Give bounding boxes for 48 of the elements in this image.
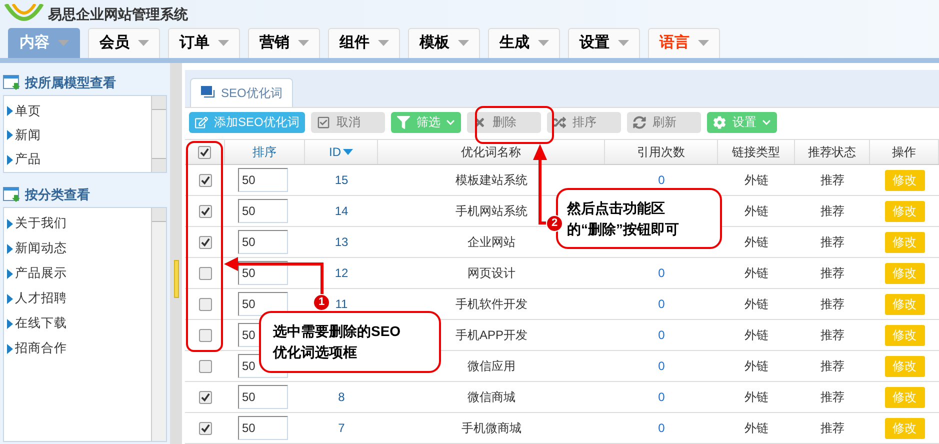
status-cell-text: 推荐 <box>820 420 844 437</box>
keyword-cell-text: 企业网站 <box>468 234 516 251</box>
sidebar-heading: 按所属模型查看 <box>25 74 116 92</box>
count-cell-text: 0 <box>658 389 665 406</box>
link-type-cell-text: 外链 <box>744 234 768 251</box>
status-cell-text: 推荐 <box>820 389 844 406</box>
link-type-cell-text: 外链 <box>744 296 768 313</box>
link-type-cell-text: 外链 <box>744 172 768 189</box>
link-type-cell-text: 外链 <box>744 203 768 220</box>
keyword-cell-text: 模板建站系统 <box>456 172 528 189</box>
app-title: 易思企业网站管理系统 <box>48 4 188 24</box>
id-cell-text: 13 <box>334 234 348 251</box>
id-cell-text: 8 <box>338 389 345 406</box>
keyword-cell-text: 手机软件开发 <box>456 296 528 313</box>
count-cell-text: 0 <box>658 296 665 313</box>
id-cell-text: 14 <box>334 203 348 220</box>
status-cell-text: 推荐 <box>820 172 844 189</box>
status-cell-text: 推荐 <box>820 203 844 220</box>
id-cell-text: 12 <box>334 265 348 282</box>
count-cell-text: 0 <box>658 327 665 344</box>
keyword-cell-text: 手机微商城 <box>462 420 522 437</box>
keyword-cell-text: 手机网站系统 <box>456 203 528 220</box>
count-cell-text: 0 <box>658 265 665 282</box>
status-cell-text: 推荐 <box>820 327 844 344</box>
status-cell-text: 推荐 <box>820 358 844 375</box>
link-type-cell-text: 外链 <box>744 327 768 344</box>
status-cell-text: 推荐 <box>820 296 844 313</box>
id-cell-text: 7 <box>338 420 345 437</box>
link-type-cell-text: 外链 <box>744 389 768 406</box>
step-badge: 2 <box>546 215 563 232</box>
link-type-cell-text: 外链 <box>744 420 768 437</box>
id-cell-text: 15 <box>334 172 348 189</box>
callout-text: 然后点击功能区的“删除”按钮即可 <box>567 198 680 238</box>
status-cell-text: 推荐 <box>820 265 844 282</box>
sidebar-heading: 按分类查看 <box>25 186 90 204</box>
step-badge: 1 <box>313 294 330 311</box>
status-cell-text: 推荐 <box>820 234 844 251</box>
link-type-cell-text: 外链 <box>744 265 768 282</box>
link-type-cell-text: 外链 <box>744 358 768 375</box>
keyword-cell-text: 微信商城 <box>468 389 516 406</box>
keyword-cell-text: 微信应用 <box>468 358 516 375</box>
keyword-cell-text: 网页设计 <box>468 265 516 282</box>
count-cell-text: 0 <box>658 358 665 375</box>
callout-text: 选中需要删除的SEO优化词选项框 <box>273 322 402 362</box>
count-cell-text: 0 <box>658 420 665 437</box>
keyword-cell-text: 手机APP开发 <box>455 327 528 344</box>
id-cell-text: 11 <box>335 296 348 313</box>
count-cell-text: 0 <box>658 172 665 189</box>
